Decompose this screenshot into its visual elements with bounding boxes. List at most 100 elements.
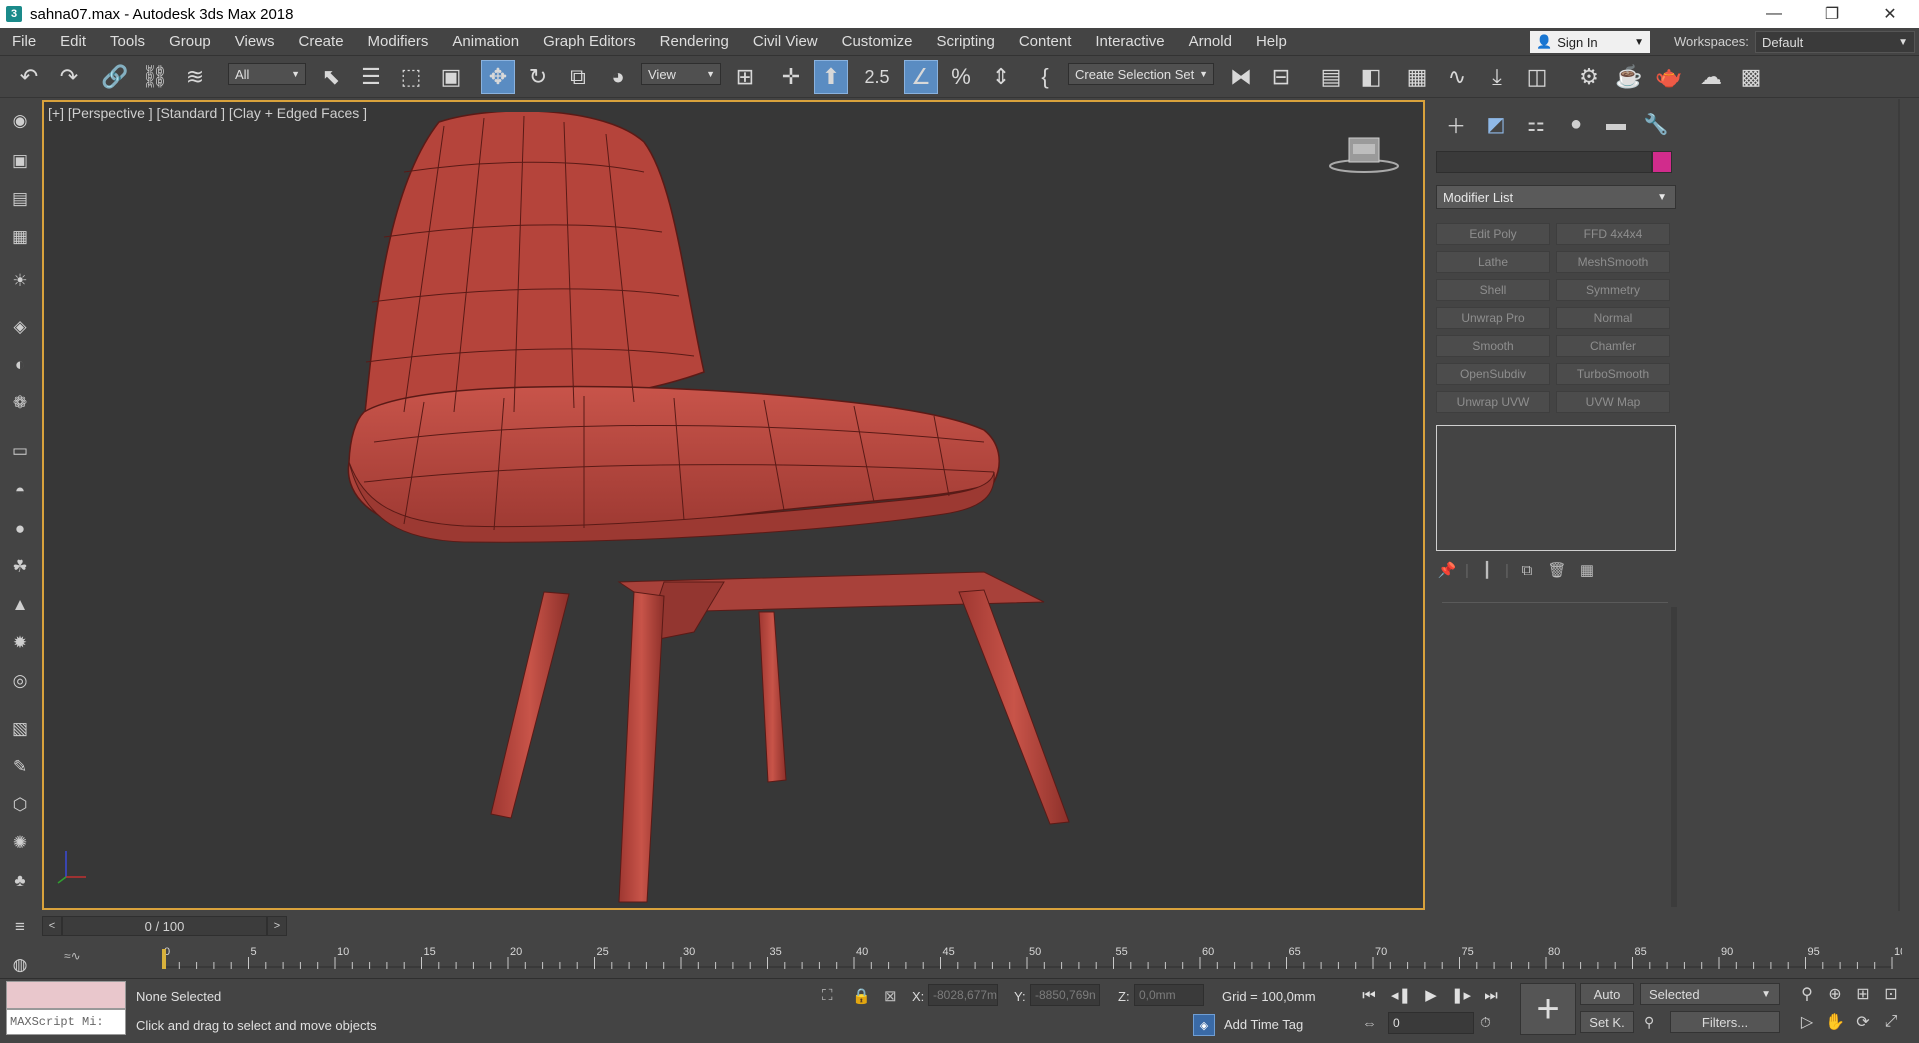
select-and-scale-icon[interactable]: ⧉ bbox=[561, 60, 595, 94]
zoom-icon[interactable]: ⚲ bbox=[1796, 983, 1818, 1005]
table-icon[interactable]: ▦ bbox=[8, 225, 32, 249]
mini-curve-editor-icon[interactable]: ≈∿ bbox=[64, 949, 94, 967]
play-icon[interactable]: ▶ bbox=[1418, 984, 1444, 1006]
unlink-icon[interactable]: ⛓ bbox=[138, 60, 172, 94]
plant-icon[interactable]: ♣ bbox=[8, 869, 32, 893]
motion-tab-icon[interactable]: ● bbox=[1556, 109, 1596, 139]
minimize-button[interactable]: — bbox=[1745, 0, 1803, 28]
panel-splitter[interactable] bbox=[1442, 602, 1668, 603]
modifier-button[interactable]: Lathe bbox=[1436, 251, 1550, 273]
spacewarp-icon[interactable]: ❁ bbox=[8, 391, 32, 415]
modifier-button[interactable]: MeshSmooth bbox=[1556, 251, 1670, 273]
time-slider-next-button[interactable]: > bbox=[267, 916, 287, 936]
mirror-icon[interactable]: ⧓ bbox=[1224, 60, 1258, 94]
time-configuration-icon[interactable]: ⏱ bbox=[1480, 1014, 1491, 1031]
bind-space-warp-icon[interactable]: ≋ bbox=[178, 60, 212, 94]
menu-file[interactable]: File bbox=[0, 33, 48, 50]
z-coordinate-field[interactable]: 0,0mm bbox=[1134, 984, 1204, 1006]
modifier-button[interactable]: FFD 4x4x4 bbox=[1556, 223, 1670, 245]
rendered-frame-window-icon[interactable]: ☕ bbox=[1612, 60, 1646, 94]
frame-ruler[interactable]: 0510152025303540455055606570758085909510… bbox=[162, 945, 1902, 975]
menu-animation[interactable]: Animation bbox=[440, 33, 531, 50]
viewport-label[interactable]: [+] [Perspective ] [Standard ] [Clay + E… bbox=[48, 105, 367, 121]
set-keys-big-button[interactable]: + bbox=[1520, 983, 1576, 1035]
go-to-end-icon[interactable]: ⏭ bbox=[1478, 984, 1504, 1006]
menu-arnold[interactable]: Arnold bbox=[1177, 33, 1244, 50]
helper-icon[interactable]: ◐ bbox=[8, 353, 32, 377]
globe-icon[interactable]: ✺ bbox=[8, 831, 32, 855]
make-unique-icon[interactable]: ⧉ bbox=[1516, 559, 1538, 581]
modifier-button[interactable]: OpenSubdiv bbox=[1436, 363, 1550, 385]
remove-modifier-icon[interactable]: 🗑 bbox=[1546, 559, 1568, 581]
auto-key-button[interactable]: Auto bbox=[1580, 983, 1634, 1005]
time-slider-prev-button[interactable]: < bbox=[42, 916, 62, 936]
select-and-place-icon[interactable]: ◕ bbox=[601, 60, 635, 94]
edit-named-selection-icon[interactable]: { bbox=[1028, 60, 1062, 94]
schematic-view-icon[interactable]: ⤓ bbox=[1480, 60, 1514, 94]
ribbon-toggle-icon[interactable]: ▦ bbox=[1400, 60, 1434, 94]
material-editor-icon[interactable]: ◫ bbox=[1520, 60, 1554, 94]
object-name-input[interactable] bbox=[1436, 151, 1652, 173]
maximize-button[interactable]: ❐ bbox=[1803, 0, 1861, 28]
paint-icon[interactable]: ✎ bbox=[8, 755, 32, 779]
previous-frame-icon[interactable]: ◂❚ bbox=[1388, 984, 1414, 1006]
modify-tab-icon[interactable]: ◩ bbox=[1476, 109, 1516, 139]
undo-icon[interactable]: ↶ bbox=[12, 60, 46, 94]
go-to-start-icon[interactable]: ⏮ bbox=[1356, 984, 1382, 1006]
viewcube-icon[interactable] bbox=[1329, 132, 1399, 176]
menu-edit[interactable]: Edit bbox=[48, 33, 98, 50]
modifier-button[interactable]: Unwrap Pro bbox=[1436, 307, 1550, 329]
modifier-button[interactable]: Smooth bbox=[1436, 335, 1550, 357]
display-tab-icon[interactable]: ▬ bbox=[1596, 109, 1636, 139]
menu-civil-view[interactable]: Civil View bbox=[741, 33, 830, 50]
menu-group[interactable]: Group bbox=[157, 33, 223, 50]
scene-explorer-icon[interactable]: ▤ bbox=[1314, 60, 1348, 94]
current-frame-marker[interactable] bbox=[162, 949, 166, 969]
menu-modifiers[interactable]: Modifiers bbox=[356, 33, 441, 50]
absolute-mode-icon[interactable]: ⊠ bbox=[884, 987, 897, 1005]
workspaces-dropdown[interactable]: Default ▼ bbox=[1755, 31, 1915, 53]
render-in-cloud-icon[interactable]: ☁ bbox=[1694, 60, 1728, 94]
hierarchy-tab-icon[interactable]: ⚏ bbox=[1516, 109, 1556, 139]
field-of-view-icon[interactable]: ▷ bbox=[1796, 1011, 1818, 1033]
menu-scripting[interactable]: Scripting bbox=[924, 33, 1006, 50]
camera-icon[interactable]: ◈ bbox=[8, 315, 32, 339]
image-icon[interactable]: ▣ bbox=[8, 149, 32, 173]
x-coordinate-field[interactable]: -8028,677m bbox=[928, 984, 998, 1006]
time-slider-thumb[interactable]: 0 / 100 bbox=[62, 916, 267, 936]
create-tab-icon[interactable]: ＋ bbox=[1436, 109, 1476, 139]
hair-icon[interactable]: ≡ bbox=[8, 915, 32, 939]
angle-snap-icon[interactable]: ∠ bbox=[904, 60, 938, 94]
object-color-swatch[interactable] bbox=[1652, 151, 1672, 173]
window-crossing-icon[interactable]: ▣ bbox=[434, 60, 468, 94]
pin-stack-icon[interactable]: 📌 bbox=[1436, 559, 1458, 581]
chair-model[interactable] bbox=[344, 112, 1224, 910]
light-icon[interactable]: ☀ bbox=[8, 269, 32, 293]
menu-customize[interactable]: Customize bbox=[830, 33, 925, 50]
layer-explorer-icon[interactable]: ◧ bbox=[1354, 60, 1388, 94]
configure-modifier-sets-icon[interactable]: ▦ bbox=[1576, 559, 1598, 581]
selection-filter-dropdown[interactable]: All ▼ bbox=[228, 63, 306, 85]
track-bar[interactable]: ≈∿ 0 5 10 15 20 25 30 35 40 45 50 55 60 65 70 75 80 85 90 9… bbox=[42, 945, 1902, 975]
show-end-result-icon[interactable]: ┃ bbox=[1476, 559, 1498, 581]
modifier-button[interactable]: Unwrap UVW bbox=[1436, 391, 1550, 413]
spinner-snap-icon[interactable]: ⇕ bbox=[984, 60, 1018, 94]
close-button[interactable]: ✕ bbox=[1861, 0, 1919, 28]
teapot-icon[interactable]: ☘ bbox=[8, 555, 32, 579]
zoom-extents-icon[interactable]: ⊞ bbox=[1852, 983, 1874, 1005]
select-by-name-icon[interactable]: ☰ bbox=[354, 60, 388, 94]
time-tag-icon[interactable]: ◈ bbox=[1193, 1014, 1215, 1036]
modifier-button[interactable]: Chamfer bbox=[1556, 335, 1670, 357]
select-and-move-icon[interactable]: ✥ bbox=[481, 60, 515, 94]
pan-view-icon[interactable]: ✋ bbox=[1824, 1011, 1846, 1033]
render-production-icon[interactable]: 🫖 bbox=[1652, 60, 1686, 94]
next-frame-icon[interactable]: ❚▸ bbox=[1448, 984, 1474, 1006]
modifier-button[interactable]: Normal bbox=[1556, 307, 1670, 329]
menu-create[interactable]: Create bbox=[287, 33, 356, 50]
zoom-extents-all-icon[interactable]: ⊡ bbox=[1880, 983, 1902, 1005]
hemisphere-icon[interactable]: ◓ bbox=[8, 479, 32, 503]
link-icon[interactable]: 🔗 bbox=[98, 60, 132, 94]
menu-views[interactable]: Views bbox=[223, 33, 287, 50]
select-manipulate-icon[interactable]: ✛ bbox=[774, 60, 808, 94]
rectangular-region-icon[interactable]: ⬚ bbox=[394, 60, 428, 94]
